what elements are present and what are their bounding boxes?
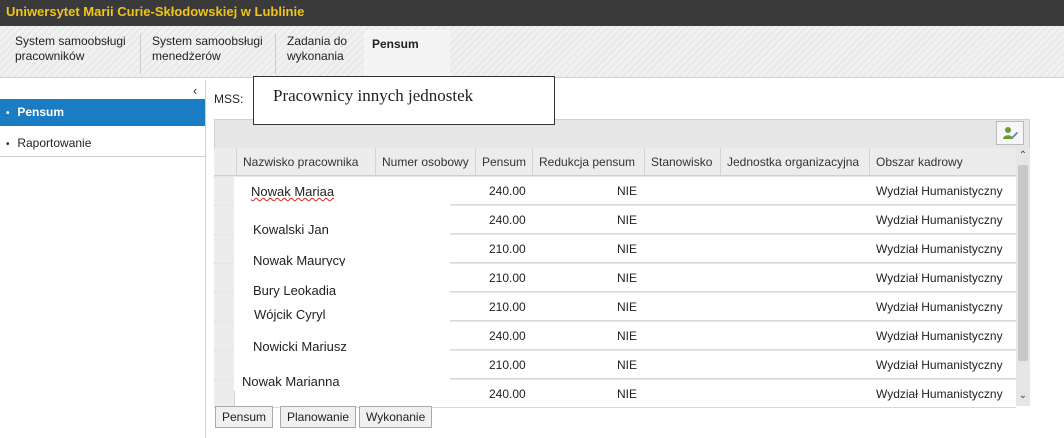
employee-name[interactable]: Bury Leokadia <box>253 283 336 298</box>
bullet-icon: • <box>6 108 10 119</box>
mss-label: MSS: <box>214 92 244 106</box>
column-header-jednostka[interactable]: Jednostka organizacyjna <box>720 148 869 176</box>
university-title: Uniwersytet Marii Curie-Skłodowskiej w L… <box>6 4 305 19</box>
tab-label-line1: Zadania do <box>287 34 348 48</box>
pensum-cell: 210.00 <box>489 300 526 314</box>
pensum-cell: 240.00 <box>489 184 526 198</box>
app-root: Uniwersytet Marii Curie-Skłodowskiej w L… <box>0 0 1064 438</box>
scroll-down-icon[interactable]: ⌄ <box>1017 390 1029 401</box>
top-banner: Uniwersytet Marii Curie-Skłodowskiej w L… <box>0 0 1064 26</box>
pensum-cell: 240.00 <box>489 213 526 227</box>
obszar-cell: Wydział Humanistyczny <box>876 213 1003 227</box>
info-popup: Pracownicy innych jednostek <box>253 76 555 125</box>
tab-label-line1: Pensum <box>372 37 419 51</box>
pensum-cell: 210.00 <box>489 358 526 372</box>
obszar-cell: Wydział Humanistyczny <box>876 300 1003 314</box>
employee-name[interactable]: Nowak Maurycy <box>253 253 345 266</box>
row-selector[interactable] <box>214 264 235 292</box>
wykonanie-button[interactable]: Wykonanie <box>359 406 433 428</box>
row-selector[interactable] <box>214 235 235 263</box>
planowanie-button[interactable]: Planowanie <box>280 406 357 428</box>
table-header: Nazwisko pracownika Numer osobowy Pensum… <box>214 148 1016 176</box>
employee-name[interactable]: Nowak Marianna <box>242 374 340 389</box>
pensum-cell: 240.00 <box>489 329 526 343</box>
redukcja-cell: NIE <box>617 387 638 401</box>
user-settings-icon[interactable] <box>996 121 1024 145</box>
row-selector[interactable] <box>214 322 235 350</box>
column-header-stanowisko[interactable]: Stanowisko <box>644 148 720 176</box>
redukcja-cell: NIE <box>617 213 638 227</box>
obszar-cell: Wydział Humanistyczny <box>876 242 1003 256</box>
row-selector[interactable] <box>214 293 235 321</box>
employee-name[interactable]: Nowicki Mariusz <box>253 339 347 354</box>
row-selector[interactable] <box>214 351 235 379</box>
header-selector <box>214 148 236 176</box>
tab-tasks[interactable]: Zadania do wykonania <box>277 34 363 74</box>
column-header-nazwisko[interactable]: Nazwisko pracownika <box>236 148 376 176</box>
pensum-button[interactable]: Pensum <box>215 406 274 428</box>
tab-label-line1: System samoobsługi <box>152 34 263 48</box>
tab-pensum[interactable]: Pensum <box>364 30 450 78</box>
tab-manager-self-service[interactable]: System samoobsługi menedżerów <box>142 34 276 74</box>
row-selector[interactable] <box>214 380 235 408</box>
obszar-cell: Wydział Humanistyczny <box>876 387 1003 401</box>
employee-name[interactable]: Wójcik Cyryl <box>254 307 326 322</box>
pensum-cell: 210.00 <box>489 242 526 256</box>
row-selector[interactable] <box>214 206 235 234</box>
pensum-cell: 240.00 <box>489 387 526 401</box>
redukcja-cell: NIE <box>617 329 638 343</box>
column-header-redukcja[interactable]: Redukcja pensum <box>532 148 644 176</box>
tab-label-line2: pracowników <box>15 49 85 63</box>
scroll-up-icon[interactable]: ⌃ <box>1017 150 1029 161</box>
column-header-obszar[interactable]: Obszar kadrowy <box>869 148 1016 176</box>
redukcja-cell: NIE <box>617 242 638 256</box>
redukcja-cell: NIE <box>617 358 638 372</box>
sidebar-item-label: Raportowanie <box>17 136 92 150</box>
tab-label-line2: wykonania <box>287 49 344 63</box>
employee-name[interactable]: Nowak Mariaa <box>251 184 334 199</box>
column-header-numer[interactable]: Numer osobowy <box>375 148 475 176</box>
obszar-cell: Wydział Humanistyczny <box>876 358 1003 372</box>
sidebar-item-raportowanie[interactable]: • Raportowanie <box>0 130 205 157</box>
popup-text: Pracownicy innych jednostek <box>273 86 474 105</box>
scrollbar-thumb[interactable] <box>1018 165 1028 361</box>
tab-label-line1: System samoobsługi <box>15 34 126 48</box>
redukcja-cell: NIE <box>617 184 638 198</box>
obszar-cell: Wydział Humanistyczny <box>876 271 1003 285</box>
tab-employee-self-service[interactable]: System samoobsługi pracowników <box>6 34 141 74</box>
row-selector[interactable] <box>214 177 235 205</box>
sidebar-item-label: Pensum <box>17 105 65 119</box>
sidebar-item-pensum[interactable]: • Pensum <box>0 99 205 126</box>
tab-label-line2: menedżerów <box>152 49 221 63</box>
redukcja-cell: NIE <box>617 271 638 285</box>
obszar-cell: Wydział Humanistyczny <box>876 184 1003 198</box>
pensum-cell: 210.00 <box>489 271 526 285</box>
bullet-icon: • <box>6 139 10 150</box>
column-header-pensum[interactable]: Pensum <box>475 148 532 176</box>
employee-name[interactable]: Kowalski Jan <box>253 222 329 237</box>
redukcja-cell: NIE <box>617 300 638 314</box>
obszar-cell: Wydział Humanistyczny <box>876 329 1003 343</box>
sidebar: ‹ • Pensum • Raportowanie <box>0 80 206 438</box>
chevron-left-icon[interactable]: ‹ <box>193 83 197 98</box>
